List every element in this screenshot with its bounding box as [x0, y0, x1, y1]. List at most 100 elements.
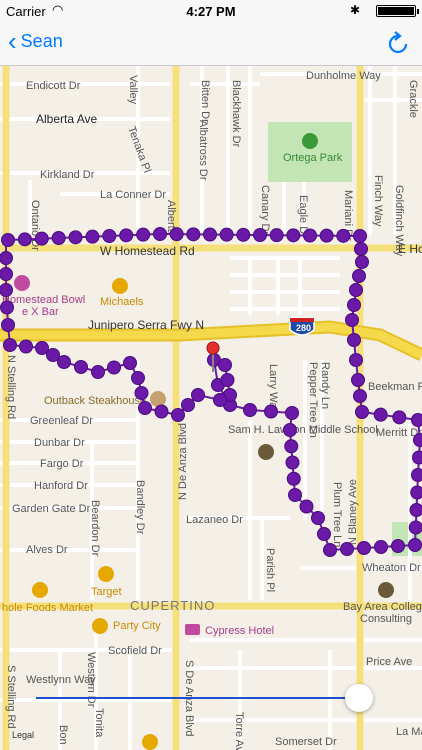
- street-label: La Mar: [396, 726, 422, 738]
- route-point: [412, 450, 422, 465]
- timeline-slider-track[interactable]: [36, 697, 361, 699]
- street-label: Albatross Dr: [197, 120, 209, 181]
- route-point: [373, 407, 388, 422]
- route-point: [391, 539, 405, 553]
- back-button[interactable]: ‹ Sean: [8, 28, 63, 54]
- street-label: Alberta Ave: [36, 112, 97, 126]
- street-label: Junipero Serra Fwy N: [88, 318, 204, 332]
- cocktail-icon: [14, 275, 30, 291]
- bluetooth-icon: ✱: [349, 3, 360, 17]
- route-point: [347, 298, 361, 312]
- street-label: Grackle: [407, 80, 419, 118]
- route-point: [35, 341, 49, 355]
- street-label: Dunbar Dr: [34, 437, 85, 449]
- route-point: [1, 233, 15, 247]
- route-point: [34, 231, 49, 246]
- route-point: [0, 251, 13, 265]
- route-point: [269, 228, 284, 243]
- street-label: Scofield Dr: [108, 645, 162, 657]
- street-label: Canary Dr: [259, 185, 271, 235]
- route-point: [91, 365, 105, 379]
- route-point: [169, 227, 184, 242]
- poi-label: Outback Steakhouse: [44, 395, 146, 407]
- school-icon: [378, 582, 394, 598]
- route-point: [102, 229, 117, 243]
- poi-label: hole Foods Market: [2, 602, 93, 614]
- route-point: [288, 488, 302, 502]
- route-point: [203, 227, 217, 242]
- street-label: Finch Way: [372, 175, 384, 227]
- street-label: S Stelling Rd: [5, 665, 17, 729]
- route-point: [219, 227, 234, 242]
- shopping-bag-icon: [112, 278, 128, 294]
- map-canvas[interactable]: Endicott Dr Alberta Ave Kirkland Dr La C…: [0, 66, 422, 750]
- shopping-cart-icon: [32, 582, 48, 598]
- route-point: [220, 373, 235, 387]
- route-point: [171, 408, 185, 422]
- street-label: Blackhawk Dr: [230, 80, 242, 148]
- map-view[interactable]: Endicott Dr Alberta Ave Kirkland Dr La C…: [0, 66, 422, 750]
- status-bar: Carrier ◠ 4:27 PM ✱: [0, 0, 422, 22]
- route-point: [153, 227, 167, 241]
- street-label: La Conner Dr: [100, 189, 166, 201]
- route-point: [264, 404, 278, 419]
- route-point: [303, 228, 317, 243]
- back-button-label: Sean: [20, 30, 63, 51]
- restaurant-icon: [150, 391, 166, 407]
- city-label: CUPERTINO: [130, 598, 215, 613]
- route-point: [131, 371, 145, 385]
- route-point: [74, 360, 88, 374]
- route-point: [411, 413, 422, 427]
- route-point: [85, 229, 100, 244]
- route-point: [136, 227, 151, 242]
- poi-label: Consulting: [360, 613, 412, 625]
- street-label: Somerset Dr: [275, 736, 337, 748]
- route-point: [351, 373, 365, 387]
- route-point: [285, 455, 300, 470]
- route-point: [181, 398, 195, 412]
- route-point: [119, 228, 134, 243]
- route-point: [253, 228, 267, 242]
- street-label: N Blaney Ave: [347, 479, 359, 545]
- street-label: Bon: [57, 725, 69, 745]
- route-point: [311, 511, 325, 525]
- street-label: N De Anza Blvd: [177, 423, 189, 500]
- route-point: [340, 542, 354, 556]
- route-point: [1, 318, 15, 332]
- route-point: [411, 468, 422, 482]
- street-label: Torre Ave: [233, 712, 245, 750]
- route-point: [286, 228, 301, 243]
- legal-link[interactable]: Legal: [12, 730, 34, 740]
- refresh-button[interactable]: [386, 31, 410, 62]
- street-label: Goldfinch Way: [393, 185, 405, 257]
- route-point: [68, 230, 83, 245]
- route-point: [374, 540, 388, 554]
- route-point: [345, 313, 359, 327]
- route-point: [354, 242, 368, 256]
- poi-label: Michaels: [100, 296, 144, 308]
- route-point: [19, 339, 33, 354]
- route-point: [347, 333, 361, 347]
- street-label: Alves Dr: [26, 544, 68, 556]
- highway-number: 280: [296, 323, 311, 333]
- street-label: Bitten Dr: [199, 80, 211, 123]
- refresh-icon: [388, 31, 408, 54]
- route-point: [336, 228, 351, 243]
- street-label: Hanford Dr: [34, 480, 88, 492]
- route-point: [0, 300, 14, 315]
- timeline-slider-thumb[interactable]: [345, 684, 373, 712]
- hotel-icon: [185, 624, 200, 635]
- route-point: [413, 433, 422, 447]
- shopping-bag-icon: [92, 618, 108, 634]
- street-label: Beardon Dr: [89, 500, 101, 557]
- poi-label: e X Bar: [22, 306, 59, 318]
- street-label: Parish Pl: [264, 548, 276, 592]
- route-point: [191, 388, 205, 402]
- route-point: [283, 423, 297, 437]
- park-label: Ortega Park: [283, 152, 343, 164]
- route-point: [3, 338, 17, 352]
- street-label: W Homestead Rd: [100, 244, 195, 258]
- route-point: [0, 267, 13, 281]
- street-label: Western Dr: [85, 652, 97, 708]
- route-point: [17, 232, 32, 247]
